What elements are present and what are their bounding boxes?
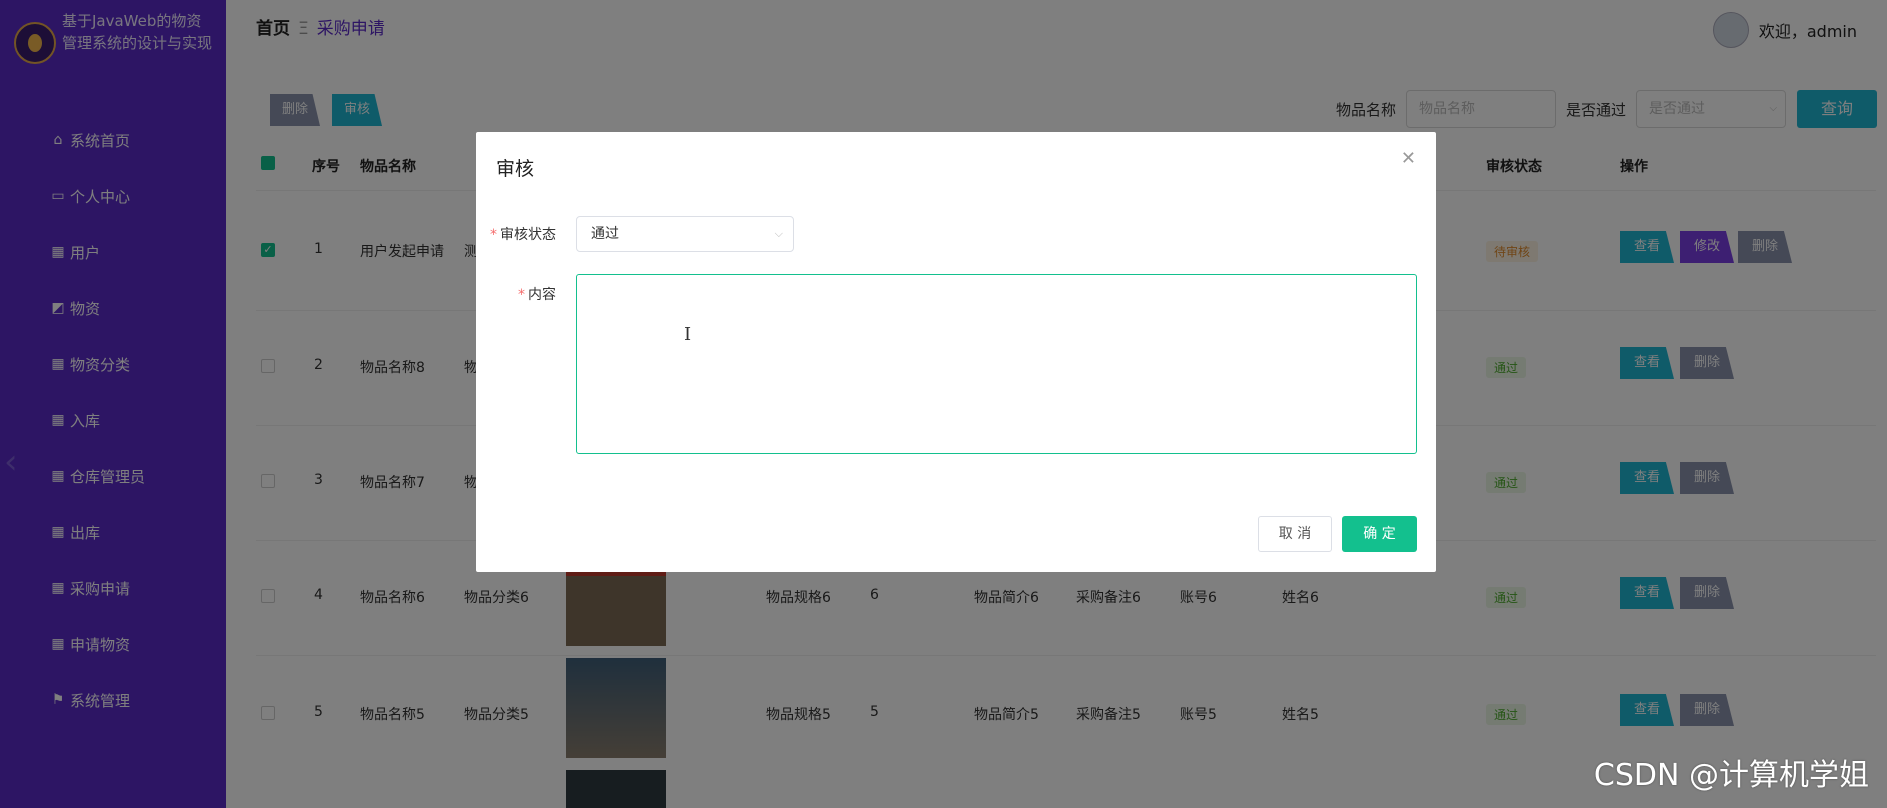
status-select[interactable]: 通过 ⌵ (576, 216, 794, 252)
audit-dialog: 审核 ✕ * 审核状态 通过 ⌵ * 内容 I 取 消 确 定 (476, 132, 1436, 572)
text-cursor-icon: I (684, 324, 692, 345)
status-field-label: * 审核状态 (490, 227, 556, 243)
cancel-button[interactable]: 取 消 (1258, 516, 1332, 552)
chevron-down-icon: ⌵ (774, 227, 783, 240)
dialog-title: 审核 (496, 158, 535, 180)
confirm-button[interactable]: 确 定 (1342, 516, 1417, 552)
content-field-label: * 内容 (518, 287, 556, 303)
close-icon[interactable]: ✕ (1401, 148, 1416, 169)
status-select-value: 通过 (591, 226, 619, 242)
watermark: CSDN @计算机学姐 (1593, 758, 1869, 793)
content-textarea[interactable] (576, 274, 1417, 454)
